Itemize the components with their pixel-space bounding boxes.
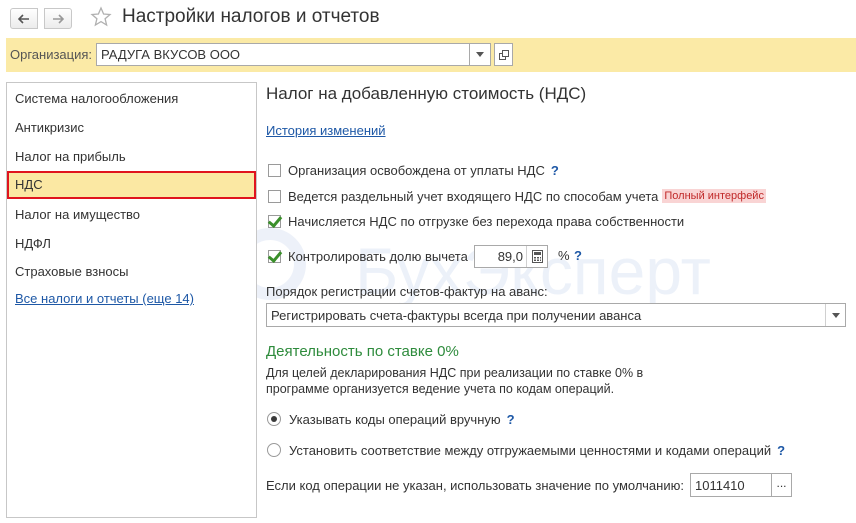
page-title: Настройки налогов и отчетов <box>122 6 380 27</box>
invoice-order-label: Порядок регистрации счетов-фактур на ава… <box>266 284 548 299</box>
arrow-left-icon <box>18 13 29 24</box>
organization-dropdown-button[interactable] <box>470 43 491 66</box>
open-window-icon <box>498 49 509 60</box>
radio-manual[interactable] <box>267 412 281 426</box>
organization-field[interactable]: РАДУГА ВКУСОВ ООО <box>96 43 470 66</box>
full-interface-badge: Полный интерфейс <box>662 189 766 203</box>
percent-sign: % <box>558 248 570 263</box>
invoice-order-dropdown-button[interactable] <box>825 304 845 326</box>
arrow-right-icon <box>53 13 64 24</box>
chevron-down-icon <box>831 312 840 318</box>
checkbox-control-share[interactable] <box>268 249 281 263</box>
radio-row-manual[interactable]: Указывать коды операций вручную ? <box>267 410 515 428</box>
invoice-order-value: Регистрировать счета-фактуры всегда при … <box>271 308 642 323</box>
checkbox-row-separate[interactable]: Ведется раздельный учет входящего НДС по… <box>268 187 766 205</box>
checkbox-exempt[interactable] <box>268 163 281 177</box>
forward-button[interactable] <box>44 8 72 29</box>
checkbox-row-shipment[interactable]: Начисляется НДС по отгрузке без перехода… <box>268 212 684 230</box>
help-icon[interactable]: ? <box>574 248 582 263</box>
sidebar-item-insurance[interactable]: Страховые взносы <box>7 258 256 286</box>
default-code-input[interactable]: 1011410 <box>690 473 772 497</box>
organization-bar: Организация: РАДУГА ВКУСОВ ООО <box>6 38 856 72</box>
section-heading: Налог на добавленную стоимость (НДС) <box>266 84 587 103</box>
checkbox-row-exempt[interactable]: Организация освобождена от уплаты НДС ? <box>268 161 559 179</box>
checkbox-exempt-label: Организация освобождена от уплаты НДС <box>288 162 545 178</box>
radio-row-mapping[interactable]: Установить соответствие между отгружаемы… <box>267 441 785 459</box>
zero-rate-description: Для целей декларирования НДС при реализа… <box>266 366 644 396</box>
help-icon[interactable]: ? <box>777 443 785 458</box>
chevron-down-icon <box>476 52 484 57</box>
sidebar-item-tax-system[interactable]: Система налогообложения <box>7 85 256 113</box>
checkbox-shipment[interactable] <box>268 214 281 228</box>
sidebar-item-vat[interactable]: НДС <box>7 171 256 199</box>
radio-mapping-label: Установить соответствие между отгружаемы… <box>289 442 772 458</box>
back-button[interactable] <box>10 8 38 29</box>
help-icon[interactable]: ? <box>507 412 515 427</box>
calculator-icon <box>531 250 543 263</box>
checkbox-shipment-label: Начисляется НДС по отгрузке без перехода… <box>288 213 685 229</box>
invoice-order-select[interactable]: Регистрировать счета-фактуры всегда при … <box>266 303 846 327</box>
deduction-share-value: 89,0 <box>497 249 523 264</box>
radio-mapping[interactable] <box>267 443 281 457</box>
sidebar-item-profit-tax[interactable]: Налог на прибыль <box>7 143 256 171</box>
calculator-button[interactable] <box>526 246 547 267</box>
deduction-share-input[interactable]: 89,0 <box>474 245 548 268</box>
organization-open-button[interactable] <box>494 43 513 66</box>
checkbox-separate[interactable] <box>268 189 281 203</box>
sidebar: Система налогообложения Антикризис Налог… <box>6 82 257 518</box>
help-icon[interactable]: ? <box>551 163 559 178</box>
default-code-label: Если код операции не указан, использоват… <box>266 478 684 493</box>
organization-label: Организация: <box>10 47 93 62</box>
select-code-button[interactable]: ... <box>771 473 792 497</box>
checkbox-row-control-share[interactable]: Контролировать долю вычета <box>268 247 468 265</box>
history-link[interactable]: История изменений <box>266 123 386 138</box>
checkbox-separate-label: Ведется раздельный учет входящего НДС по… <box>288 188 659 204</box>
all-taxes-link[interactable]: Все налоги и отчеты (еще 14) <box>15 291 194 306</box>
sidebar-item-anticrisis[interactable]: Антикризис <box>7 114 256 142</box>
zero-rate-heading: Деятельность по ставке 0% <box>266 343 459 360</box>
checkbox-control-share-label: Контролировать долю вычета <box>288 248 468 264</box>
sidebar-item-ndfl[interactable]: НДФЛ <box>7 230 256 258</box>
radio-manual-label: Указывать коды операций вручную <box>289 411 501 427</box>
title-bar: Настройки налогов и отчетов <box>0 0 856 36</box>
default-code-value: 1011410 <box>695 478 745 493</box>
sidebar-item-property-tax[interactable]: Налог на имущество <box>7 201 256 229</box>
favorite-star-icon[interactable] <box>90 6 112 28</box>
organization-value: РАДУГА ВКУСОВ ООО <box>101 47 241 62</box>
